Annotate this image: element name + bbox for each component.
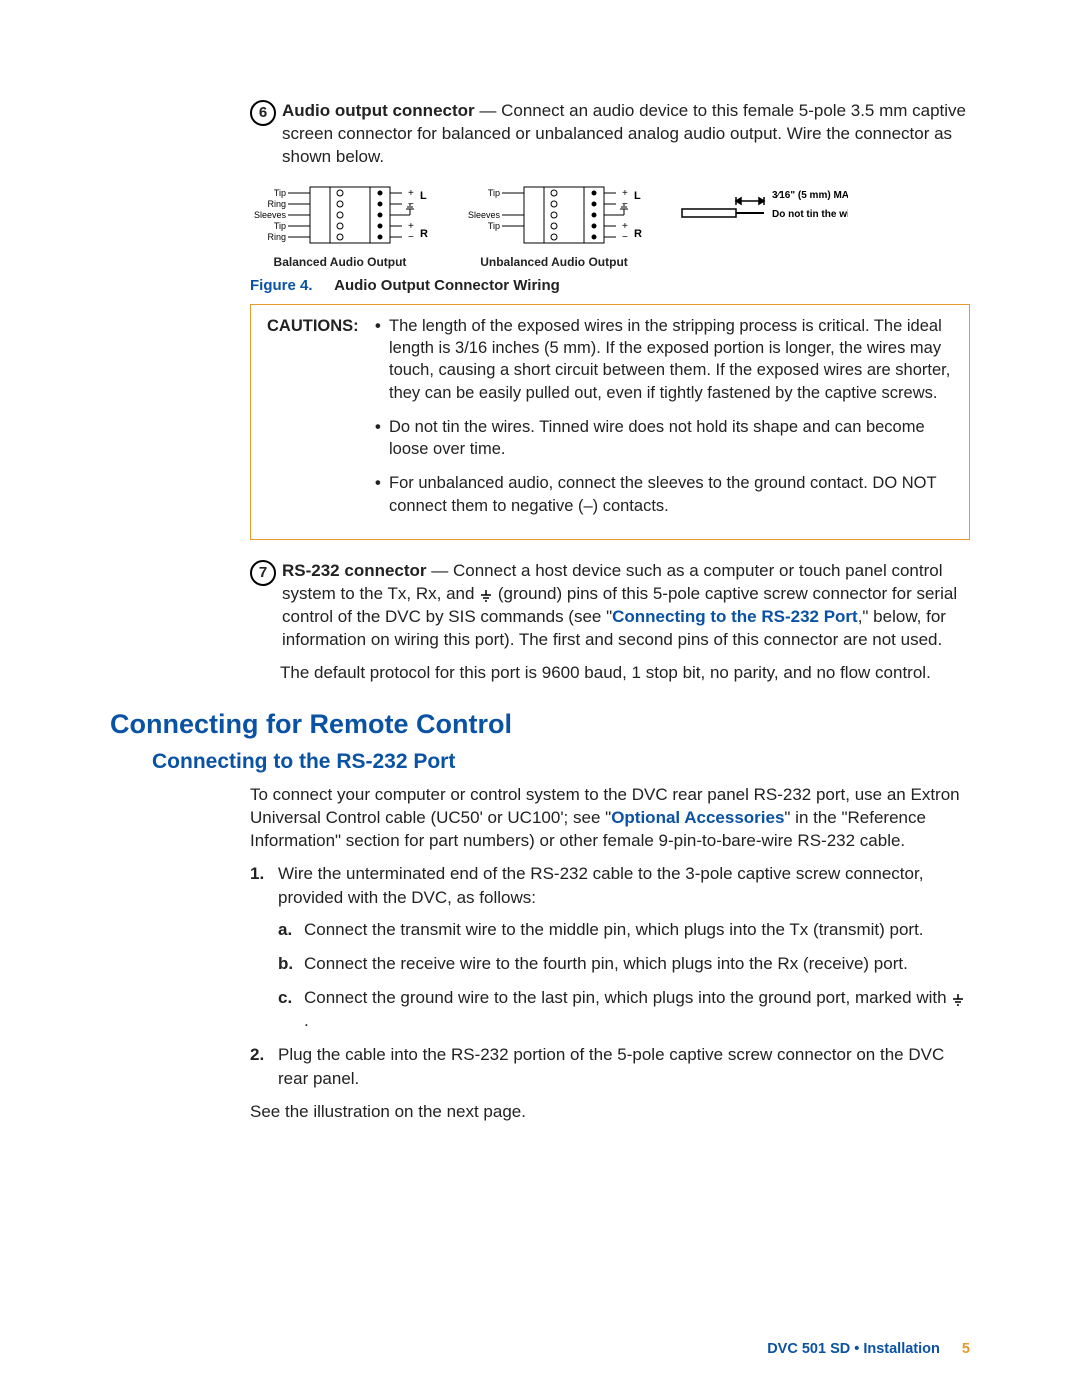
step-1-text: Wire the unterminated end of the RS-232 … — [278, 864, 923, 907]
svg-text:−: − — [622, 232, 628, 243]
h1-connecting-remote: Connecting for Remote Control — [110, 709, 970, 740]
ground-icon — [479, 589, 493, 603]
svg-text:Tip: Tip — [488, 188, 500, 198]
step-1a-text: Connect the transmit wire to the middle … — [304, 920, 924, 939]
balanced-diagram: Tip Ring Sleeves Tip Ring + − + − L R Ba… — [250, 179, 430, 269]
substeps-list: a. Connect the transmit wire to the middl… — [278, 918, 970, 1033]
step-1a: a. Connect the transmit wire to the middl… — [278, 918, 970, 942]
cautions-heading: CAUTIONS: — [267, 315, 369, 337]
step-1c-text-a: Connect the ground wire to the last pin,… — [304, 988, 951, 1007]
substep-marker: c. — [278, 986, 292, 1010]
rs232-section: To connect your computer or control syst… — [250, 784, 970, 1124]
step-1: 1. Wire the unterminated end of the RS-2… — [250, 862, 970, 1033]
svg-text:Tip: Tip — [274, 221, 286, 231]
step-marker: 2. — [250, 1043, 264, 1067]
step-1b-text: Connect the receive wire to the fourth p… — [304, 954, 908, 973]
unbalanced-diagram: Tip Sleeves Tip + − + − L R Unbalanced A… — [464, 179, 644, 269]
callout-7-text: RS-232 connector — Connect a host device… — [282, 560, 970, 652]
callout-6: 6 Audio output connector — Connect an au… — [250, 100, 970, 169]
step-2: 2. Plug the cable into the RS-232 portio… — [250, 1043, 970, 1091]
caution-item: For unbalanced audio, connect the sleeve… — [375, 472, 953, 517]
svg-text:L: L — [634, 190, 641, 202]
svg-text:R: R — [634, 228, 642, 240]
step-2-text: Plug the cable into the RS-232 portion o… — [278, 1045, 944, 1088]
step-1b: b. Connect the receive wire to the fourth… — [278, 952, 970, 976]
callout-6-text: Audio output connector — Connect an audi… — [282, 100, 970, 169]
content-area: 6 Audio output connector — Connect an au… — [250, 100, 970, 685]
caution-item: Do not tin the wires. Tinned wire does n… — [375, 416, 953, 461]
steps-list: 1. Wire the unterminated end of the RS-2… — [250, 862, 970, 1090]
callout-7-title: RS-232 connector — [282, 561, 427, 580]
svg-text:Sleeves: Sleeves — [254, 210, 287, 220]
svg-text:L: L — [420, 190, 427, 202]
closing-text: See the illustration on the next page. — [250, 1101, 970, 1124]
step-marker: 1. — [250, 862, 264, 886]
svg-text:Do not tin the wires!: Do not tin the wires! — [772, 209, 848, 220]
step-1c-text-b: . — [304, 1011, 309, 1030]
figure-number: Figure 4. — [250, 277, 313, 294]
svg-text:R: R — [420, 228, 428, 240]
page: 6 Audio output connector — Connect an au… — [0, 0, 1080, 1397]
callout-7-p2-wrap: The default protocol for this port is 96… — [280, 662, 970, 685]
callout-7-p2: The default protocol for this port is 96… — [280, 662, 970, 685]
unbalanced-connector-icon: Tip Sleeves Tip + − + − L R — [464, 179, 644, 251]
figure-title: Audio Output Connector Wiring — [334, 277, 560, 294]
svg-text:Tip: Tip — [274, 188, 286, 198]
page-number: 5 — [962, 1341, 970, 1357]
svg-text:Sleeves: Sleeves — [468, 210, 501, 220]
svg-text:+: + — [622, 221, 628, 232]
cautions-box: CAUTIONS: The length of the exposed wire… — [250, 304, 970, 540]
audio-wiring-diagram: Tip Ring Sleeves Tip Ring + − + − L R Ba… — [250, 179, 970, 269]
rs232-intro: To connect your computer or control syst… — [250, 784, 970, 853]
h2-rs232-port: Connecting to the RS-232 Port — [152, 750, 970, 774]
ground-icon — [951, 993, 965, 1007]
balanced-caption: Balanced Audio Output — [274, 255, 407, 269]
substep-marker: a. — [278, 918, 292, 942]
svg-text:Ring: Ring — [267, 232, 286, 242]
svg-text:Ring: Ring — [267, 199, 286, 209]
svg-text:Tip: Tip — [488, 221, 500, 231]
step-1c: c. Connect the ground wire to the last pi… — [278, 986, 970, 1034]
callout-6-title: Audio output connector — [282, 101, 475, 120]
wire-strip-spec: 3⁄16" (5 mm) MAX. Do not tin the wires! — [678, 179, 848, 240]
optional-accessories-link[interactable]: Optional Accessories — [611, 808, 784, 827]
caution-item: The length of the exposed wires in the s… — [375, 315, 953, 404]
svg-text:+: + — [408, 188, 414, 199]
page-footer: DVC 501 SD • Installation 5 — [767, 1341, 970, 1357]
cautions-list: The length of the exposed wires in the s… — [375, 315, 953, 529]
svg-text:3⁄16" (5 mm) MAX.: 3⁄16" (5 mm) MAX. — [772, 190, 848, 201]
svg-text:+: + — [408, 221, 414, 232]
callout-number-icon: 6 — [250, 100, 276, 126]
footer-text: DVC 501 SD • Installation — [767, 1341, 940, 1357]
svg-text:+: + — [622, 188, 628, 199]
callout-number-icon: 7 — [250, 560, 276, 586]
unbalanced-caption: Unbalanced Audio Output — [480, 255, 628, 269]
callout-7: 7 RS-232 connector — Connect a host devi… — [250, 560, 970, 652]
svg-text:−: − — [408, 232, 414, 243]
substep-marker: b. — [278, 952, 293, 976]
rs232-port-link[interactable]: Connecting to the RS-232 Port — [612, 607, 858, 626]
wire-strip-icon: 3⁄16" (5 mm) MAX. Do not tin the wires! — [678, 185, 848, 235]
balanced-connector-icon: Tip Ring Sleeves Tip Ring + − + − L R — [250, 179, 430, 251]
figure-caption: Figure 4. Audio Output Connector Wiring — [250, 277, 970, 294]
